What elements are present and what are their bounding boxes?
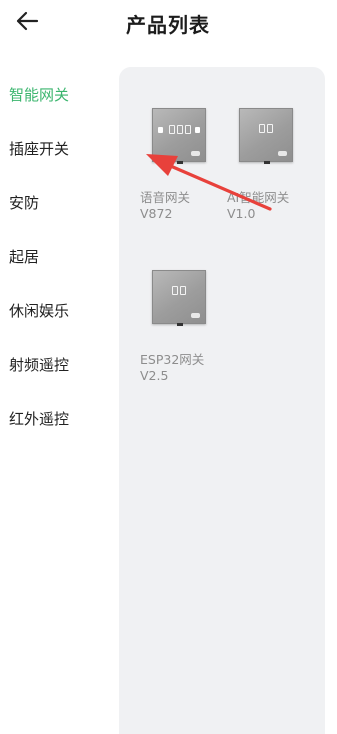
thumb-indicator [177,323,183,326]
sidebar-item-socket-switch[interactable]: 插座开关 [0,122,118,176]
sidebar-item-rf-remote[interactable]: 射频遥控 [0,338,118,392]
page-title: 产品列表 [126,13,210,37]
arrow-left-icon [16,11,39,31]
brand-logo-icon [191,313,200,318]
thumb-display [167,125,193,135]
product-name: 语音网关 [140,190,191,205]
product-thumbnail [152,270,206,326]
header: 产品列表 [0,0,337,44]
thumb-display [166,286,192,296]
brand-logo-icon [278,151,287,156]
thumb-indicator [264,161,270,164]
product-version: V872 [140,206,173,221]
sidebar-item-living[interactable]: 起居 [0,230,118,284]
product-thumbnail [152,108,206,164]
thumb-button-right [195,127,200,133]
sidebar-item-entertainment[interactable]: 休闲娱乐 [0,284,118,338]
product-card-ai-gateway[interactable]: AI智能网关 V1.0 [227,108,309,222]
sidebar-item-smart-gateway[interactable]: 智能网关 [0,68,118,122]
thumb-display [253,124,279,134]
product-name: AI智能网关 [227,190,290,205]
thumb-button-left [158,127,163,133]
product-version: V1.0 [227,206,256,221]
back-button[interactable] [12,8,42,34]
sidebar-item-ir-remote[interactable]: 红外遥控 [0,392,118,446]
product-thumbnail [239,108,293,164]
product-list-page: 产品列表 智能网关 插座开关 安防 起居 休闲娱乐 射频遥控 红外遥控 语音网关… [0,0,337,734]
category-sidebar: 智能网关 插座开关 安防 起居 休闲娱乐 射频遥控 红外遥控 [0,68,118,446]
product-name: ESP32网关 [140,352,205,367]
brand-logo-icon [191,151,200,156]
sidebar-item-security[interactable]: 安防 [0,176,118,230]
product-version: V2.5 [140,368,169,383]
thumb-indicator [177,161,183,164]
product-card-esp32-gateway[interactable]: ESP32网关 V2.5 [140,270,222,384]
product-panel: 语音网关 V872 AI智能网关 V1.0 ESP32网关 V2.5 [119,67,325,734]
product-card-voice-gateway[interactable]: 语音网关 V872 [140,108,222,222]
